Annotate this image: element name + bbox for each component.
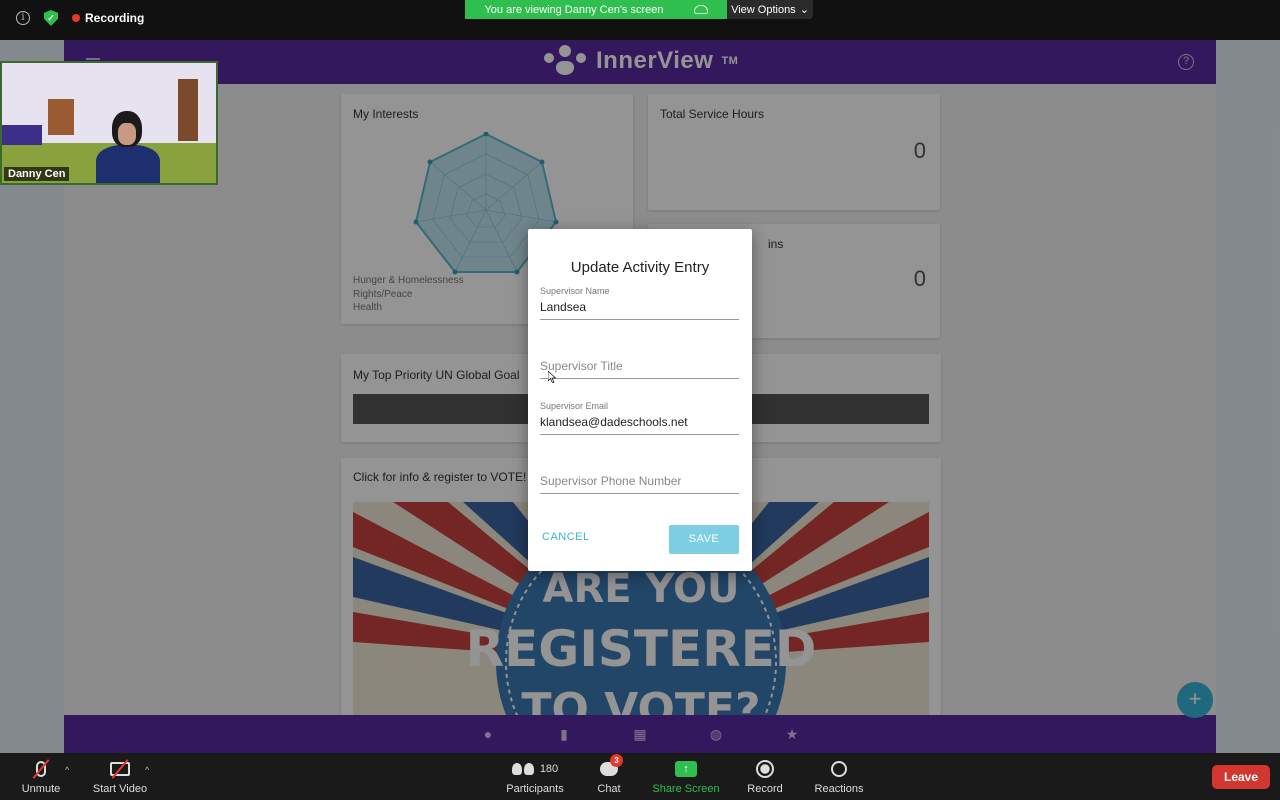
supervisor-title-field[interactable]: Supervisor Title [540,359,739,379]
chat-button[interactable]: 3 Chat [594,754,624,795]
start-video-label: Start Video [92,783,148,795]
chat-unread-badge: 3 [610,754,623,767]
supervisor-title-placeholder: Supervisor Title [540,359,623,373]
record-label: Record [747,783,783,795]
record-icon [756,760,774,778]
start-video-button[interactable]: Start Video [90,758,150,795]
participant-name: Danny Cen [4,167,70,181]
recording-dot-icon [72,14,80,22]
participants-icon [511,763,534,775]
share-screen-button[interactable]: ↑ Share Screen [650,758,722,795]
video-options-chevron-icon[interactable]: ^ [145,765,149,775]
viewing-banner-text: You are viewing Danny Cen's screen [484,3,664,16]
chat-label: Chat [597,783,621,795]
unmute-label: Unmute [21,783,61,795]
supervisor-email-label: Supervisor Email [540,401,609,411]
video-room-door [178,79,198,141]
participants-label: Participants [506,783,564,795]
view-options-button[interactable]: View Options ⌄ [727,0,813,19]
supervisor-email-field[interactable]: Supervisor Email klandsea@dadeschools.ne… [540,401,739,435]
audio-options-chevron-icon[interactable]: ^ [65,765,69,775]
meeting-top-bar: i Recording You are viewing Danny Cen's … [0,0,1280,40]
participants-button[interactable]: 180 Participants [504,758,566,795]
meeting-status: i Recording [16,10,144,26]
video-room-bed [2,125,42,145]
viewing-screen-banner: You are viewing Danny Cen's screen [465,0,727,19]
recording-label: Recording [85,11,145,25]
info-icon[interactable]: i [16,11,30,25]
supervisor-name-value: Landsea [540,300,587,314]
mouse-cursor-icon [548,371,556,383]
reactions-icon [831,761,847,777]
unmute-button[interactable]: Unmute [20,758,62,795]
recording-indicator: Recording [72,11,144,25]
zoom-window: i Recording You are viewing Danny Cen's … [0,0,1280,800]
supervisor-name-label: Supervisor Name [540,286,610,296]
cancel-button[interactable]: CANCEL [542,531,590,543]
reactions-button[interactable]: Reactions [812,758,866,795]
security-shield-icon[interactable] [44,10,58,26]
leave-button[interactable]: Leave [1212,765,1270,789]
share-screen-label: Share Screen [652,783,720,795]
update-activity-dialog: Update Activity Entry Supervisor Name La… [528,229,752,571]
view-options-label: View Options [731,3,796,16]
chevron-down-icon: ⌄ [799,4,809,16]
record-button[interactable]: Record [744,758,786,795]
cloud-icon [693,5,708,14]
supervisor-phone-placeholder: Supervisor Phone Number [540,474,682,488]
supervisor-name-field[interactable]: Supervisor Name Landsea [540,286,739,320]
dialog-title: Update Activity Entry [570,259,710,276]
meeting-toolbar: Unmute ^ Start Video ^ 180 Participants … [0,753,1280,800]
participant-video-tile[interactable]: Danny Cen [0,61,218,185]
share-screen-icon: ↑ [675,761,697,777]
save-button[interactable]: SAVE [669,525,739,554]
participant-avatar [96,111,160,183]
supervisor-email-value: klandsea@dadeschools.net [540,415,688,429]
supervisor-phone-field[interactable]: Supervisor Phone Number [540,474,739,494]
reactions-label: Reactions [814,783,864,795]
participants-count: 180 [539,763,559,775]
video-room-dresser [48,99,74,135]
